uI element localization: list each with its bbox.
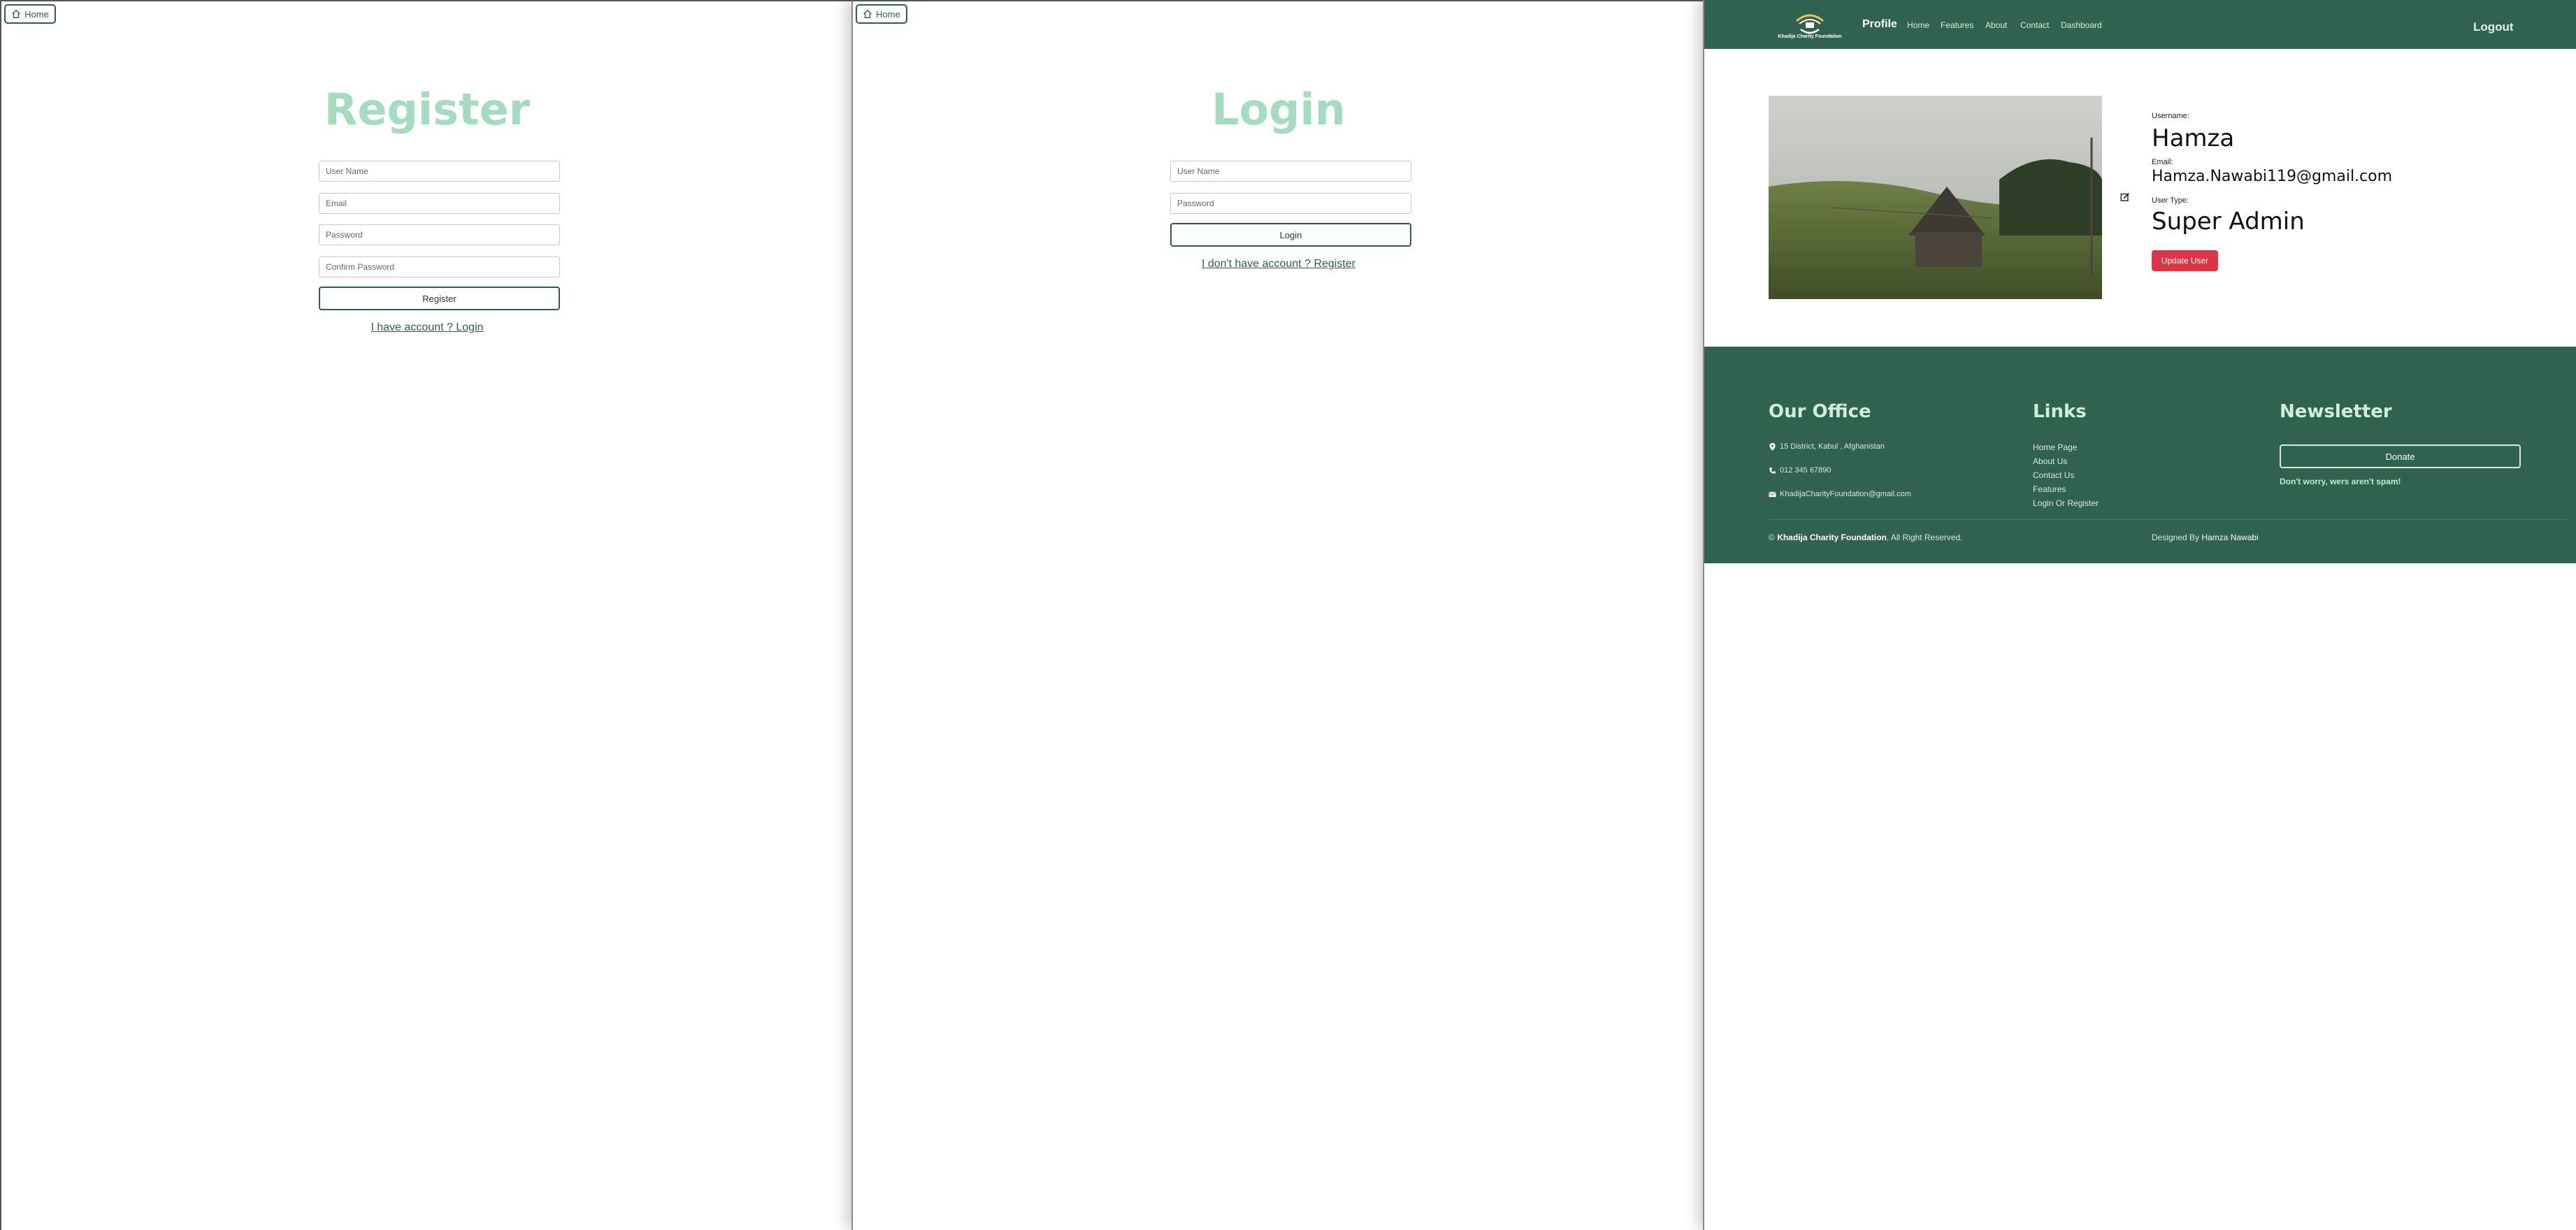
- brand-name: Khadija Charity Foundation: [1778, 34, 1842, 39]
- navbar: Khadija Charity Foundation Profile Home …: [1704, 0, 2576, 49]
- register-button[interactable]: Register: [319, 287, 560, 310]
- phone-line: 012 345 67890: [1769, 466, 1831, 475]
- profile-panel: Khadija Charity Foundation Profile Home …: [1703, 0, 2576, 1230]
- copyright-text: , All Right Reserved.: [1886, 533, 1963, 542]
- confirm-password-input[interactable]: [319, 256, 560, 277]
- page-title: Register: [324, 84, 531, 135]
- login-link[interactable]: I have account ? Login: [1, 321, 851, 334]
- footer-link-features[interactable]: Features: [2033, 484, 2066, 494]
- home-button[interactable]: Home: [856, 4, 907, 24]
- nav-home[interactable]: Home: [1907, 20, 1929, 30]
- edit-icon[interactable]: [2120, 192, 2130, 202]
- username-value: Hamza: [2152, 124, 2235, 152]
- nav-contact[interactable]: Contact: [2020, 20, 2049, 30]
- nav-dashboard[interactable]: Dashboard: [2061, 20, 2102, 30]
- donate-button[interactable]: Donate: [2280, 444, 2521, 468]
- nav-profile[interactable]: Profile: [1862, 18, 1897, 31]
- logout-link[interactable]: Logout: [2473, 20, 2514, 34]
- footer-divider: [1769, 519, 2567, 520]
- nav-features[interactable]: Features: [1941, 20, 1973, 30]
- username-label: Username:: [2152, 112, 2189, 120]
- home-icon: [863, 9, 872, 18]
- login-panel: Home Login Login I don't have account ? …: [851, 0, 1703, 1230]
- register-panel: Home Register Register I have account ? …: [0, 0, 851, 1230]
- designed-label: Designed By: [2152, 533, 2200, 542]
- email-value: Hamza.Nawabi119@gmail.com: [2152, 168, 2393, 185]
- phone-icon: [1769, 467, 1776, 474]
- home-button[interactable]: Home: [4, 4, 56, 24]
- designer-name[interactable]: Hamza Nawabi: [2201, 533, 2258, 542]
- profile-image: [1769, 96, 2102, 299]
- newsletter-heading: Newsletter: [2280, 401, 2392, 422]
- footer: Our Office 15 District, Kabul , Afghanis…: [1704, 347, 2576, 563]
- password-input[interactable]: [319, 224, 560, 245]
- update-user-button[interactable]: Update User: [2152, 250, 2218, 271]
- office-heading: Our Office: [1769, 401, 1871, 422]
- copyright-name[interactable]: Khadija Charity Foundation: [1777, 533, 1887, 542]
- designed-by: Designed By Hamza Nawabi: [2152, 533, 2259, 542]
- email-text: KhadijaCharityFoundation@gmail.com: [1780, 490, 1911, 498]
- home-label: Home: [876, 8, 900, 20]
- footer-link-login[interactable]: Login Or Register: [2033, 498, 2099, 508]
- password-input[interactable]: [1170, 193, 1411, 214]
- login-button[interactable]: Login: [1170, 223, 1411, 247]
- email-label: Email:: [2152, 158, 2173, 166]
- phone-text: 012 345 67890: [1780, 466, 1832, 475]
- links-heading: Links: [2033, 401, 2087, 422]
- address-line: 15 District, Kabul , Afghanistan: [1769, 442, 1885, 451]
- user-type-value: Super Admin: [2152, 208, 2305, 236]
- spam-note: Don't worry, wers aren't spam!: [2280, 477, 2401, 486]
- copyright-symbol: ©: [1769, 533, 1775, 542]
- page-title: Login: [1211, 84, 1346, 135]
- location-icon: [1769, 442, 1776, 451]
- register-link[interactable]: I don't have account ? Register: [853, 258, 1703, 270]
- email-input[interactable]: [319, 193, 560, 214]
- username-input[interactable]: [1170, 161, 1411, 182]
- home-icon: [12, 9, 20, 18]
- email-line: KhadijaCharityFoundation@gmail.com: [1769, 490, 1911, 498]
- username-input[interactable]: [319, 161, 560, 182]
- footer-link-about[interactable]: About Us: [2033, 456, 2067, 466]
- user-type-label: User Type:: [2152, 196, 2189, 205]
- footer-link-home[interactable]: Home Page: [2033, 442, 2077, 452]
- envelope-icon: [1769, 491, 1776, 497]
- footer-link-contact[interactable]: Contact Us: [2033, 470, 2074, 480]
- home-label: Home: [24, 8, 49, 20]
- copyright: © Khadija Charity Foundation, All Right …: [1769, 533, 1963, 542]
- address-text: 15 District, Kabul , Afghanistan: [1780, 442, 1885, 451]
- nav-about[interactable]: About: [1985, 20, 2007, 30]
